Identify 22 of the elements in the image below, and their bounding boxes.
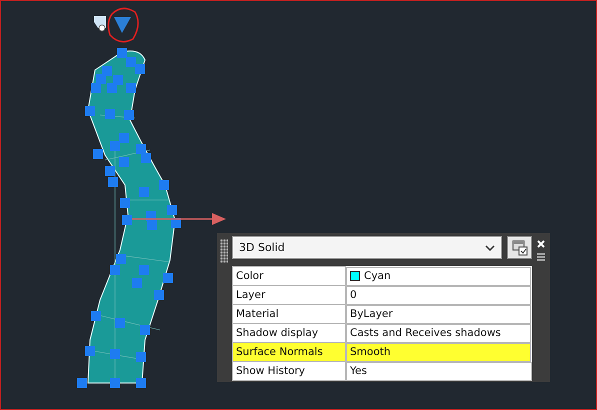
quick-select-icon [512,240,528,256]
property-value: Smooth [350,346,391,358]
grip-icon[interactable] [94,16,106,32]
close-icon[interactable] [537,240,545,248]
chevron-icon [485,244,495,250]
triangle-icon[interactable] [114,17,131,33]
property-value: ByLayer [350,308,393,320]
quick-select-button[interactable] [507,236,532,259]
menu-icon[interactable] [537,253,545,261]
object-type-dropdown[interactable]: 3D Solid [232,236,502,259]
axis-arrow[interactable] [132,213,226,225]
property-value: Casts and Receives shadows [350,328,501,338]
property-label: Surface Normals [236,346,323,358]
palette-grip[interactable] [220,239,228,263]
property-label: Color [236,270,264,282]
property-label: Show History [236,364,306,377]
property-value: Yes [350,366,367,376]
property-label: Layer [236,288,266,301]
property-label: Material [236,308,279,320]
property-label: Shadow display [236,326,318,339]
property-value: Cyan [364,270,391,282]
property-value: 0 [350,290,357,300]
